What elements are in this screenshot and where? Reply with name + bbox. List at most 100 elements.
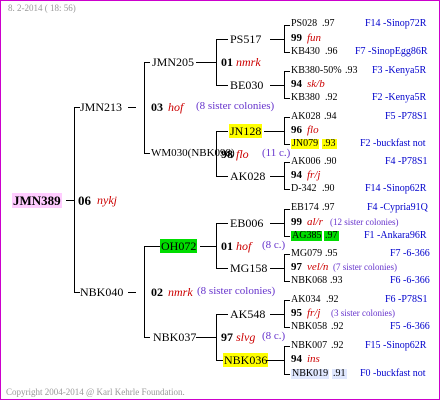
gen4-source: F5 -6-366	[390, 321, 430, 332]
gen3-id[interactable]: EB006	[230, 217, 263, 229]
gen2-breed: hof	[236, 239, 252, 253]
gen3-breed: fun	[307, 32, 322, 44]
gen4-id[interactable]: NBK068	[291, 276, 327, 286]
connector	[284, 52, 290, 53]
connector	[144, 246, 145, 338]
gen4-id[interactable]: NBK058	[291, 322, 327, 332]
root-breed: nykj	[97, 193, 117, 207]
connector	[284, 346, 290, 347]
connector	[284, 98, 290, 99]
footer-copyright: Copyright 2004-2014 @ Karl Kehrle Founda…	[6, 387, 185, 397]
gen4-id[interactable]: KB430	[291, 47, 320, 57]
connector	[196, 337, 216, 338]
connector	[270, 223, 284, 224]
root-id[interactable]: JMN389	[12, 193, 62, 208]
root-year: 06	[78, 193, 91, 208]
connector	[284, 209, 285, 237]
gen4-source: F3 -Kenya5R	[372, 65, 427, 76]
gen3-year: 96	[291, 124, 302, 136]
gen4-id[interactable]: EB174	[291, 203, 319, 213]
gen4-value: .93	[322, 138, 337, 149]
gen3-id[interactable]: AK548	[230, 308, 265, 320]
gen3-year: 94	[291, 169, 302, 181]
gen2-id[interactable]: OH072	[160, 239, 198, 253]
gen4-id[interactable]: KB380-50%	[291, 66, 342, 76]
gen4-value: .93	[330, 275, 343, 286]
connector	[284, 162, 290, 163]
connector	[216, 39, 217, 86]
gen4-value: .97	[322, 202, 335, 213]
gen4-id[interactable]: AK028	[291, 112, 320, 122]
gen4-id[interactable]: AK006	[291, 157, 320, 167]
connector	[128, 292, 136, 293]
gen4-value: .94	[324, 111, 337, 122]
gen4-value: .92	[331, 321, 344, 332]
gen3-id[interactable]: MG158	[230, 262, 267, 274]
gen4-source: F15 -Sinop62R	[365, 340, 427, 351]
gen2-id[interactable]: NBK037	[153, 331, 196, 343]
connector	[270, 39, 284, 40]
gen1-top-id[interactable]: JMN213	[80, 101, 122, 113]
connector	[284, 25, 290, 26]
gen4-id[interactable]: NBK019	[291, 369, 330, 379]
gen4-value: .97	[324, 230, 339, 241]
gen3-breed: flo	[307, 124, 319, 136]
gen3-id[interactable]: BE030	[230, 79, 263, 91]
connector	[266, 360, 284, 361]
gen4-source: F4 -P78S1	[385, 156, 428, 167]
gen1-bottom-year: 02	[151, 285, 163, 299]
gen3-id[interactable]: JN128	[229, 124, 263, 138]
gen3-year: 99	[291, 32, 302, 44]
connector	[270, 268, 284, 269]
gen4-source: F7 -SinopEgg86R	[355, 46, 428, 57]
gen4-id[interactable]: JN079	[291, 139, 320, 149]
gen2-year: 97	[221, 330, 233, 344]
gen3-id[interactable]: AK028	[230, 170, 265, 182]
gen4-id[interactable]: MG079	[291, 249, 322, 259]
gen3-id[interactable]: PS517	[230, 33, 261, 45]
gen3-note: (12 sister colonies)	[330, 217, 399, 227]
connector	[284, 209, 290, 210]
connector	[284, 346, 285, 374]
gen3-breed: ins	[307, 353, 320, 365]
gen4-source: F2 -Kenya5R	[372, 92, 427, 103]
connector	[284, 144, 290, 145]
connector	[284, 254, 285, 282]
gen3-id[interactable]: NBK036	[223, 353, 269, 367]
gen3-breed: fr/j	[307, 169, 321, 181]
connector	[144, 62, 145, 154]
connector	[284, 254, 290, 255]
gen2-id[interactable]: JMN205	[152, 56, 194, 68]
gen2-breed: flo	[236, 147, 249, 161]
gen4-value: .92	[326, 294, 339, 305]
gen4-source: F14 -Sinop72R	[365, 18, 427, 29]
gen4-id[interactable]: D-342	[291, 184, 317, 194]
gen4-source: F1 -Ankara96R	[364, 230, 427, 241]
connector	[216, 131, 217, 177]
gen4-id[interactable]: PS028	[291, 19, 317, 29]
gen4-id[interactable]: KB380	[291, 93, 320, 103]
gen1-top-note: (8 sister colonies)	[196, 100, 275, 112]
gen3-year: 95	[291, 307, 302, 319]
gen4-value: .90	[322, 183, 335, 194]
connector	[284, 189, 290, 190]
connector	[66, 200, 74, 201]
gen4-id[interactable]: AG385	[291, 231, 323, 241]
gen4-value: .97	[322, 18, 335, 29]
gen4-id[interactable]: NBK007	[291, 341, 327, 351]
connector	[200, 246, 216, 247]
connector	[74, 107, 75, 292]
gen3-year: 94	[291, 353, 302, 365]
gen1-bottom-id[interactable]: NBK040	[80, 286, 123, 298]
gen3-note: (7 sister colonies)	[333, 262, 397, 272]
gen1-top-breed: hof	[168, 100, 184, 114]
gen3-year: 97	[291, 261, 302, 273]
connector	[144, 153, 150, 154]
gen2-breed: nmrk	[236, 55, 261, 69]
connector	[270, 85, 284, 86]
gen4-id[interactable]: AK034	[291, 295, 320, 305]
connector	[284, 71, 290, 72]
gen1-bottom-breed: nmrk	[168, 285, 193, 299]
connector	[216, 223, 228, 224]
connector	[216, 131, 228, 132]
